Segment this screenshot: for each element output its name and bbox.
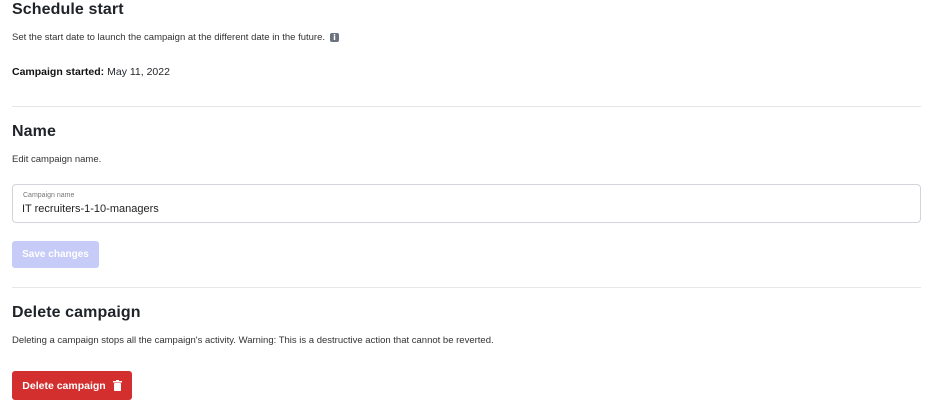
delete-campaign-button[interactable]: Delete campaign [12, 371, 132, 400]
schedule-description-row: Set the start date to launch the campaig… [12, 32, 340, 43]
schedule-start-title: Schedule start [12, 1, 124, 18]
divider [12, 106, 921, 107]
info-icon[interactable]: i [330, 33, 340, 42]
delete-campaign-description: Deleting a campaign stops all the campai… [12, 335, 494, 346]
campaign-started-row: Campaign started: May 11, 2022 [12, 66, 170, 78]
schedule-description: Set the start date to launch the campaig… [12, 32, 326, 43]
campaign-started-date: May 11, 2022 [107, 66, 170, 78]
campaign-started-label: Campaign started: [12, 66, 105, 78]
campaign-name-field[interactable]: Campaign name [12, 184, 921, 223]
name-title: Name [12, 123, 56, 140]
campaign-name-label: Campaign name [23, 192, 75, 199]
campaign-settings-page: Schedule start Set the start date to lau… [0, 0, 946, 413]
delete-campaign-button-label: Delete campaign [22, 379, 106, 392]
name-description: Edit campaign name. [12, 154, 102, 165]
save-changes-button[interactable]: Save changes [12, 241, 99, 268]
trash-icon [112, 380, 122, 391]
delete-campaign-title: Delete campaign [12, 304, 141, 321]
campaign-name-input[interactable] [22, 203, 622, 215]
divider [12, 287, 921, 288]
